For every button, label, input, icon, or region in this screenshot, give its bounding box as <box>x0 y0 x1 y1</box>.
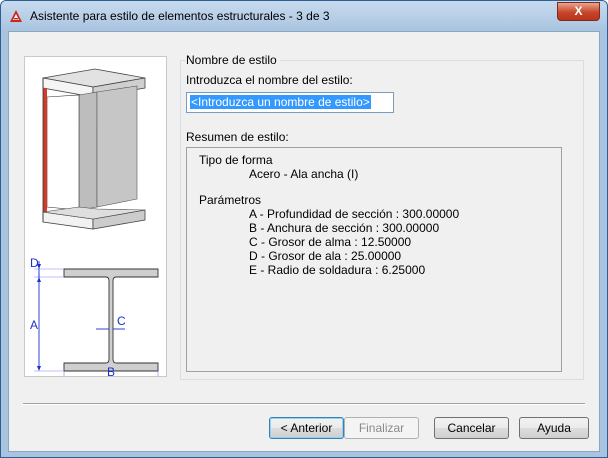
param-e: E - Radio de soldadura : 6.25000 <box>249 263 426 277</box>
param-b: B - Anchura de sección : 300.00000 <box>249 221 440 235</box>
window-title: Asistente para estilo de elementos estru… <box>30 9 330 23</box>
param-c: C - Grosor de alma : 12.50000 <box>249 235 412 249</box>
name-field-label: Introduzca el nombre del estilo: <box>186 73 353 87</box>
style-name-value: <Introduzca un nombre de estilo> <box>190 95 371 109</box>
dim-label-d: D <box>30 256 39 270</box>
beam-illustration: D A C B <box>24 56 167 387</box>
dim-label-a: A <box>30 318 38 332</box>
summary-label: Resumen de estilo: <box>186 130 289 144</box>
help-button[interactable]: Ayuda <box>519 417 589 439</box>
dim-label-b: B <box>107 365 115 376</box>
finish-button[interactable]: Finalizar <box>344 417 419 439</box>
section-label: Nombre de estilo <box>186 53 280 67</box>
footer-separator <box>23 403 585 405</box>
autocad-logo-icon <box>10 10 22 22</box>
style-summary-box: Tipo de forma Acero - Ala ancha (I) Pará… <box>186 147 562 372</box>
back-button[interactable]: < Anterior <box>269 417 344 439</box>
dim-label-c: C <box>117 314 126 328</box>
close-icon: X <box>574 4 583 18</box>
parameters-heading: Parámetros <box>199 193 262 207</box>
close-button[interactable]: X <box>557 2 600 21</box>
shape-type-value: Acero - Ala ancha (I) <box>249 167 359 181</box>
cancel-button[interactable]: Cancelar <box>434 417 509 439</box>
param-a: A - Profundidad de sección : 300.00000 <box>249 207 460 221</box>
i-beam-drawing: D A C B <box>30 68 159 387</box>
dialog-body: D A C B Nombre de estilo Introduzca el n… <box>8 31 600 452</box>
wizard-dialog: Asistente para estilo de elementos estru… <box>0 0 608 458</box>
style-name-input[interactable]: <Introduzca un nombre de estilo> <box>186 92 394 113</box>
param-d: D - Grosor de ala : 25.00000 <box>249 249 402 263</box>
shape-type-heading: Tipo de forma <box>199 153 273 167</box>
title-bar[interactable]: Asistente para estilo de elementos estru… <box>1 1 607 31</box>
